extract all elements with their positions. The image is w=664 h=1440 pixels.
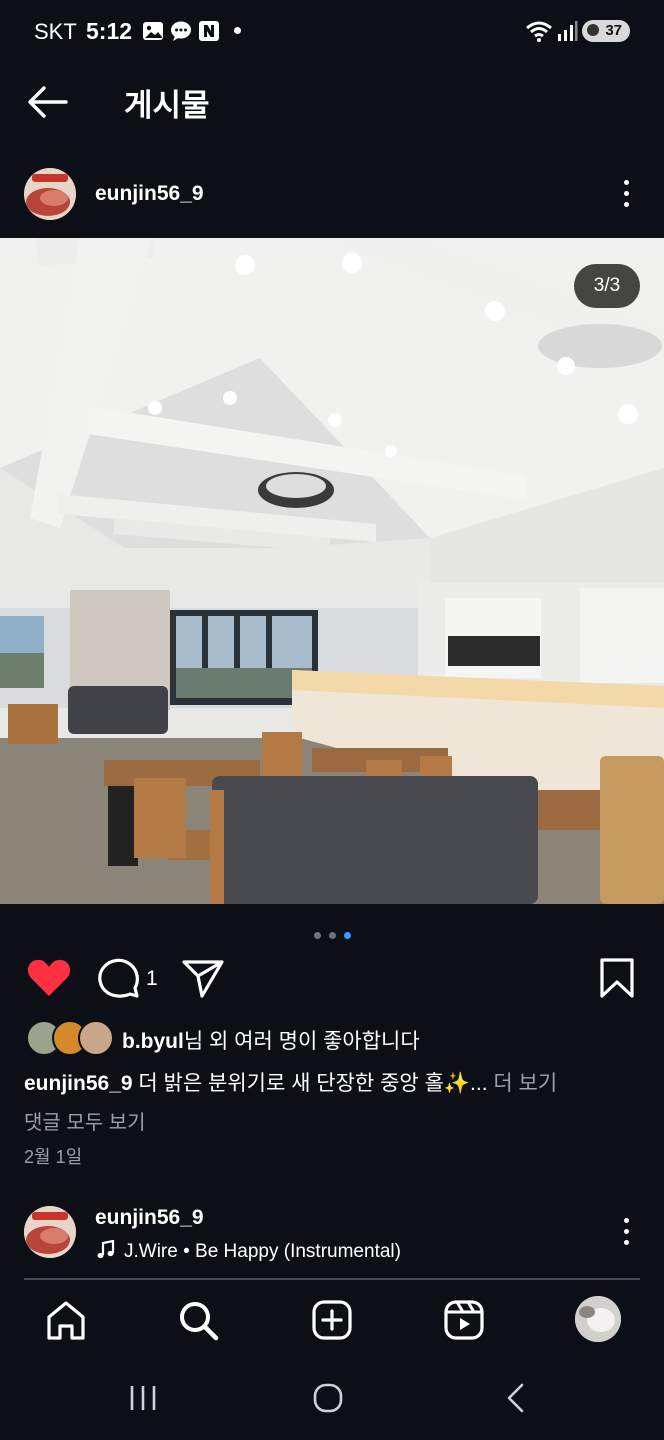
next-post-avatar[interactable] (24, 1206, 76, 1258)
share-icon[interactable] (180, 956, 226, 1000)
carousel-dot (314, 932, 321, 939)
view-all-comments-link[interactable]: 댓글 모두 보기 (24, 1106, 146, 1135)
reels-icon[interactable] (442, 1298, 486, 1342)
divider (24, 1278, 640, 1280)
clock: 5:12 (86, 18, 133, 44)
battery-level: 37 (605, 22, 622, 39)
carousel-dot (329, 932, 336, 939)
liked-by-name[interactable]: b.byul (122, 1030, 184, 1053)
comment-count: 1 (146, 967, 158, 990)
home-button-icon[interactable] (312, 1382, 344, 1414)
caption[interactable]: eunjin56_9 더 밝은 분위기로 새 단장한 중앙 홀✨... 더 보기 (24, 1067, 557, 1097)
caption-text: 더 밝은 분위기로 새 단장한 중앙 홀✨... (132, 1072, 488, 1095)
wifi-icon (526, 21, 552, 42)
recent-apps-icon[interactable] (128, 1384, 158, 1412)
liker-avatar (78, 1020, 114, 1056)
system-navigation (0, 1358, 664, 1440)
create-icon[interactable] (310, 1298, 354, 1342)
back-arrow-icon[interactable] (26, 84, 70, 120)
signal-icon (558, 21, 578, 41)
carrier-label: SKT (34, 19, 77, 44)
next-post-options-icon[interactable] (616, 1212, 636, 1252)
carousel-dot-active (344, 932, 351, 939)
status-bar: SKT 5:12 37 (0, 0, 664, 64)
search-icon[interactable] (176, 1298, 220, 1342)
music-track: J.Wire • Be Happy (Instrumental) (124, 1241, 401, 1262)
battery-saver-icon (587, 24, 599, 36)
battery-indicator: 37 (582, 20, 630, 42)
next-post-username[interactable]: eunjin56_9 (95, 1206, 204, 1230)
caption-username[interactable]: eunjin56_9 (24, 1072, 133, 1095)
image-counter: 3/3 (574, 264, 640, 308)
bookmark-icon[interactable] (594, 956, 640, 1000)
profile-avatar[interactable] (575, 1296, 621, 1342)
post-date: 2월 1일 (24, 1147, 83, 1167)
comment-icon[interactable] (96, 956, 142, 1000)
music-note-icon (97, 1239, 115, 1259)
home-icon[interactable] (44, 1298, 88, 1342)
bottom-nav (0, 1282, 664, 1358)
post-options-icon[interactable] (616, 174, 636, 214)
caption-more-link[interactable]: 더 보기 (488, 1072, 557, 1095)
post-image[interactable] (0, 238, 664, 904)
gallery-icon (143, 22, 163, 40)
naver-icon (199, 21, 219, 41)
page-title: 게시물 (124, 88, 210, 123)
post-author-avatar[interactable] (24, 168, 76, 220)
post-author-username[interactable]: eunjin56_9 (95, 182, 204, 206)
chat-icon (171, 21, 191, 41)
carousel-indicator (314, 926, 359, 944)
notification-dot (234, 27, 241, 34)
heart-icon[interactable] (26, 956, 72, 1000)
music-info[interactable]: J.Wire • Be Happy (Instrumental) (96, 1239, 401, 1263)
liked-by-suffix: 님 외 여러 명이 좋아합니다 (183, 1030, 420, 1053)
back-button-icon[interactable] (502, 1382, 528, 1414)
liked-by-text[interactable]: b.byul님 외 여러 명이 좋아합니다 (122, 1025, 420, 1055)
